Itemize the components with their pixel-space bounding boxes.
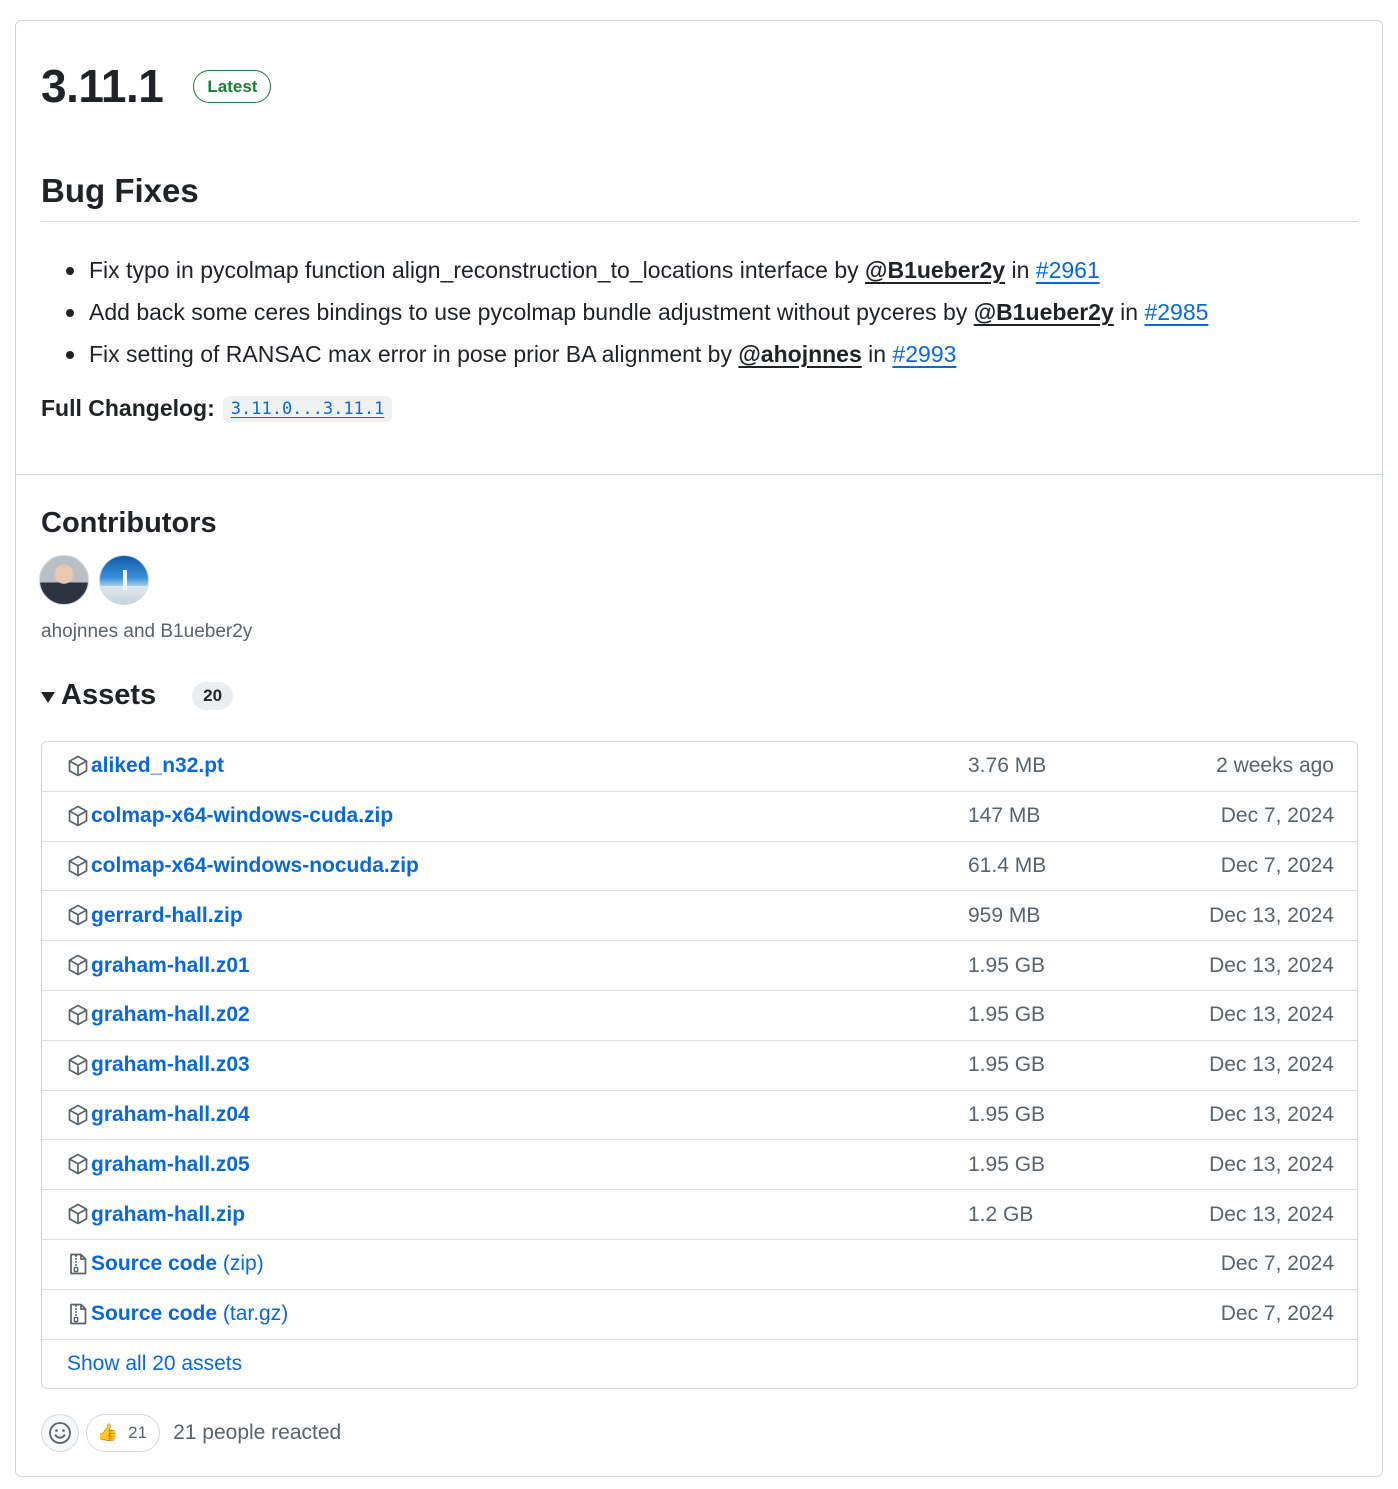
asset-date: 2 weeks ago — [1216, 754, 1334, 778]
asset-date: Dec 13, 2024 — [1209, 1003, 1334, 1027]
asset-date: Dec 7, 2024 — [1220, 1252, 1334, 1276]
release-card: 3.11.1 Latest Bug Fixes Fix typo in pyco… — [15, 20, 1383, 1477]
table-row: gerrard-hall.zip 959 MB Dec 13, 2024 — [42, 891, 1357, 942]
full-changelog: Full Changelog: 3.11.0...3.11.1 — [41, 395, 393, 422]
thumbs-up-reaction[interactable]: 👍 21 — [86, 1414, 161, 1452]
user-link[interactable]: @B1ueber2y — [865, 257, 1005, 283]
thumbs-up-icon: 👍 — [97, 1423, 119, 1442]
assets-count-badge: 20 — [192, 681, 234, 710]
asset-size: 1.95 GB — [968, 1053, 1046, 1077]
package-icon — [66, 854, 90, 878]
package-icon — [66, 754, 90, 778]
asset-link[interactable]: graham-hall.z03 — [91, 1053, 250, 1077]
list-item: Add back some ceres bindings to use pyco… — [64, 291, 1208, 333]
table-row: graham-hall.z03 1.95 GB Dec 13, 2024 — [42, 1041, 1357, 1091]
asset-size: 1.2 GB — [968, 1202, 1034, 1226]
reaction-summary: 21 people reacted — [173, 1421, 342, 1444]
asset-link[interactable]: graham-hall.zip — [91, 1203, 245, 1227]
table-row: graham-hall.z02 1.95 GB Dec 13, 2024 — [42, 991, 1357, 1041]
package-icon — [66, 804, 90, 828]
table-row: colmap-x64-windows-cuda.zip 147 MB Dec 7, … — [42, 792, 1357, 842]
latest-badge: Latest — [193, 69, 272, 103]
asset-size: 1.95 GB — [968, 1152, 1046, 1176]
table-row: colmap-x64-windows-nocuda.zip 61.4 MB Dec … — [42, 842, 1357, 892]
bug-fixes-list: Fix typo in pycolmap function align_reco… — [64, 249, 1208, 375]
avatar[interactable] — [99, 555, 149, 605]
table-row: graham-hall.z01 1.95 GB Dec 13, 2024 — [42, 941, 1357, 991]
list-item: Fix typo in pycolmap function align_reco… — [64, 249, 1208, 291]
asset-size: 1.95 GB — [968, 1003, 1046, 1027]
asset-link[interactable]: Source code (zip) — [91, 1252, 264, 1276]
asset-size: 61.4 MB — [968, 853, 1047, 877]
list-item: Fix setting of RANSAC max error in pose … — [64, 333, 1208, 375]
asset-size: 3.76 MB — [968, 754, 1047, 778]
release-notes-section: 3.11.1 Latest Bug Fixes Fix typo in pyco… — [16, 21, 1382, 475]
package-icon — [66, 1202, 90, 1226]
asset-link[interactable]: colmap-x64-windows-nocuda.zip — [91, 854, 419, 878]
file-zip-icon — [66, 1302, 90, 1326]
asset-date: Dec 13, 2024 — [1209, 1152, 1334, 1176]
add-reaction-button[interactable] — [41, 1414, 79, 1452]
asset-link[interactable]: graham-hall.z05 — [91, 1153, 250, 1177]
table-row: Source code (zip) Dec 7, 2024 — [42, 1240, 1357, 1290]
asset-date: Dec 7, 2024 — [1220, 804, 1334, 828]
table-row: Source code (tar.gz) Dec 7, 2024 — [42, 1290, 1357, 1340]
show-all-assets-link[interactable]: Show all 20 assets — [67, 1352, 242, 1376]
reaction-count: 21 — [128, 1423, 148, 1442]
asset-size: 959 MB — [968, 903, 1041, 927]
asset-date: Dec 7, 2024 — [1220, 853, 1334, 877]
package-icon — [66, 1053, 90, 1077]
assets-list: aliked_n32.pt 3.76 MB 2 weeks ago colmap-x6… — [41, 741, 1358, 1389]
smiley-icon — [49, 1422, 71, 1444]
reactions-bar: 👍 21 21 people reacted — [41, 1414, 341, 1452]
assets-heading: Assets — [61, 679, 157, 711]
table-row: aliked_n32.pt 3.76 MB 2 weeks ago — [42, 742, 1357, 792]
release-version[interactable]: 3.11.1 — [41, 59, 164, 113]
package-icon — [66, 1152, 90, 1176]
user-link[interactable]: @ahojnnes — [738, 341, 861, 367]
asset-date: Dec 13, 2024 — [1209, 1202, 1334, 1226]
user-link[interactable]: @B1ueber2y — [974, 299, 1114, 325]
asset-date: Dec 7, 2024 — [1220, 1302, 1334, 1326]
avatar[interactable] — [39, 555, 89, 605]
asset-link[interactable]: graham-hall.z04 — [91, 1103, 250, 1127]
asset-date: Dec 13, 2024 — [1209, 1053, 1334, 1077]
release-title-row: 3.11.1 Latest — [41, 59, 272, 113]
table-row: graham-hall.zip 1.2 GB Dec 13, 2024 — [42, 1190, 1357, 1240]
asset-date: Dec 13, 2024 — [1209, 1102, 1334, 1126]
file-zip-icon — [66, 1252, 90, 1276]
asset-link[interactable]: graham-hall.z01 — [91, 954, 250, 978]
asset-date: Dec 13, 2024 — [1209, 903, 1334, 927]
contributor-avatars — [39, 555, 149, 605]
package-icon — [66, 903, 90, 927]
changelog-label: Full Changelog: — [41, 395, 215, 421]
asset-link[interactable]: graham-hall.z02 — [91, 1003, 250, 1027]
contributor-names: ahojnnes and B1ueber2y — [41, 621, 253, 642]
contributors-heading: Contributors — [41, 507, 217, 539]
changelog-compare-link[interactable]: 3.11.0...3.11.1 — [222, 395, 393, 422]
show-all-row: Show all 20 assets — [42, 1340, 1357, 1388]
caret-down-icon — [41, 692, 55, 703]
bug-fixes-heading: Bug Fixes — [41, 171, 1358, 222]
table-row: graham-hall.z04 1.95 GB Dec 13, 2024 — [42, 1091, 1357, 1141]
pr-link[interactable]: #2985 — [1144, 299, 1208, 325]
package-icon — [66, 953, 90, 977]
table-row: graham-hall.z05 1.95 GB Dec 13, 2024 — [42, 1140, 1357, 1191]
asset-date: Dec 13, 2024 — [1209, 953, 1334, 977]
asset-link[interactable]: gerrard-hall.zip — [91, 904, 243, 928]
assets-toggle[interactable]: Assets 20 — [41, 679, 234, 712]
asset-link[interactable]: aliked_n32.pt — [91, 754, 224, 778]
asset-link[interactable]: Source code (tar.gz) — [91, 1302, 288, 1326]
package-icon — [66, 1003, 90, 1027]
pr-link[interactable]: #2961 — [1036, 257, 1100, 283]
asset-size: 1.95 GB — [968, 1102, 1046, 1126]
asset-size: 1.95 GB — [968, 953, 1046, 977]
package-icon — [66, 1103, 90, 1127]
pr-link[interactable]: #2993 — [892, 341, 956, 367]
asset-size: 147 MB — [968, 804, 1041, 828]
asset-link[interactable]: colmap-x64-windows-cuda.zip — [91, 804, 393, 828]
